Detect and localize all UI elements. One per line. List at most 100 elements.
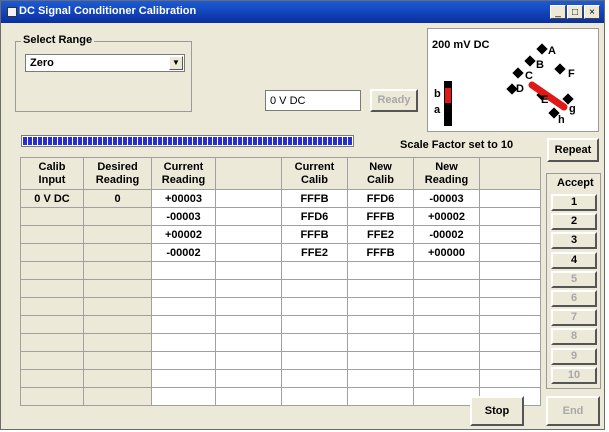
accept-button-6[interactable]: 6 — [551, 290, 597, 307]
table-cell[interactable] — [215, 189, 282, 208]
table-cell[interactable] — [479, 369, 541, 388]
table-cell[interactable] — [20, 279, 84, 298]
table-cell[interactable] — [479, 189, 541, 208]
chevron-down-icon[interactable]: ▼ — [169, 56, 183, 70]
table-cell[interactable] — [413, 297, 480, 316]
table-cell[interactable] — [151, 369, 216, 388]
table-cell[interactable]: 0 V DC — [20, 189, 84, 208]
table-cell[interactable] — [347, 315, 414, 334]
table-cell[interactable] — [83, 207, 152, 226]
table-cell[interactable]: FFFB — [281, 225, 348, 244]
table-cell[interactable] — [281, 369, 348, 388]
table-cell[interactable] — [215, 207, 282, 226]
table-cell[interactable]: FFFB — [347, 243, 414, 262]
accept-button-7[interactable]: 7 — [551, 309, 597, 327]
table-cell[interactable]: FFE2 — [281, 243, 348, 262]
table-cell[interactable] — [347, 333, 414, 352]
table-cell[interactable] — [281, 351, 348, 370]
table-cell[interactable]: FFD6 — [281, 207, 348, 226]
close-button[interactable]: × — [584, 5, 600, 19]
table-cell[interactable] — [347, 351, 414, 370]
table-cell[interactable] — [215, 369, 282, 388]
table-cell[interactable] — [413, 333, 480, 352]
accept-button-2[interactable]: 2 — [551, 213, 597, 231]
accept-button-5[interactable]: 5 — [551, 270, 597, 288]
table-cell[interactable]: +00000 — [413, 243, 480, 262]
calib-input-field[interactable]: 0 V DC — [265, 90, 361, 111]
table-cell[interactable] — [347, 387, 414, 406]
table-cell[interactable] — [281, 261, 348, 280]
table-cell[interactable] — [347, 369, 414, 388]
end-button[interactable]: End — [546, 396, 600, 426]
table-cell[interactable] — [281, 315, 348, 334]
table-cell[interactable] — [83, 243, 152, 262]
table-cell[interactable] — [151, 315, 216, 334]
table-cell[interactable] — [83, 387, 152, 406]
app-icon[interactable] — [7, 7, 17, 17]
table-cell[interactable] — [215, 387, 282, 406]
accept-button-8[interactable]: 8 — [551, 328, 597, 346]
table-cell[interactable] — [281, 387, 348, 406]
table-cell[interactable] — [347, 279, 414, 298]
table-cell[interactable] — [215, 225, 282, 244]
table-cell[interactable] — [479, 279, 541, 298]
table-cell[interactable] — [281, 297, 348, 316]
accept-button-10[interactable]: 10 — [551, 366, 597, 384]
table-cell[interactable]: FFE2 — [347, 225, 414, 244]
table-cell[interactable]: FFFB — [347, 207, 414, 226]
table-cell[interactable] — [215, 279, 282, 298]
table-cell[interactable] — [215, 315, 282, 334]
table-cell[interactable] — [215, 333, 282, 352]
table-cell[interactable] — [151, 351, 216, 370]
table-cell[interactable] — [83, 279, 152, 298]
table-cell[interactable] — [151, 279, 216, 298]
table-cell[interactable] — [20, 243, 84, 262]
table-cell[interactable] — [20, 315, 84, 334]
table-cell[interactable] — [281, 333, 348, 352]
table-cell[interactable] — [479, 225, 541, 244]
table-cell[interactable] — [20, 369, 84, 388]
accept-button-9[interactable]: 9 — [551, 347, 597, 365]
table-cell[interactable]: +00002 — [413, 207, 480, 226]
table-cell[interactable]: +00003 — [151, 189, 216, 208]
table-cell[interactable] — [20, 333, 84, 352]
table-cell[interactable] — [479, 315, 541, 334]
table-cell[interactable] — [413, 351, 480, 370]
minimize-button[interactable]: _ — [550, 5, 566, 19]
table-cell[interactable]: FFFB — [281, 189, 348, 208]
table-cell[interactable] — [83, 225, 152, 244]
table-cell[interactable] — [479, 297, 541, 316]
table-cell[interactable] — [347, 261, 414, 280]
table-cell[interactable] — [479, 261, 541, 280]
table-cell[interactable] — [479, 243, 541, 262]
accept-button-4[interactable]: 4 — [551, 251, 597, 269]
table-cell[interactable] — [479, 207, 541, 226]
table-cell[interactable]: +00002 — [151, 225, 216, 244]
table-cell[interactable] — [83, 369, 152, 388]
table-cell[interactable] — [83, 297, 152, 316]
table-cell[interactable] — [20, 387, 84, 406]
table-cell[interactable] — [20, 297, 84, 316]
accept-button-3[interactable]: 3 — [551, 232, 597, 250]
table-cell[interactable] — [20, 351, 84, 370]
table-cell[interactable] — [83, 261, 152, 280]
ready-button[interactable]: Ready — [370, 89, 418, 112]
table-cell[interactable]: 0 — [83, 189, 152, 208]
table-cell[interactable] — [215, 297, 282, 316]
table-cell[interactable] — [281, 279, 348, 298]
maximize-button[interactable]: □ — [567, 5, 583, 19]
table-cell[interactable] — [83, 351, 152, 370]
table-cell[interactable] — [413, 261, 480, 280]
table-cell[interactable] — [151, 333, 216, 352]
range-dropdown[interactable]: Zero ▼ — [25, 54, 185, 72]
table-cell[interactable] — [347, 297, 414, 316]
table-cell[interactable] — [413, 369, 480, 388]
title-bar[interactable]: DC Signal Conditioner Calibration _ □ × — [1, 1, 604, 23]
table-cell[interactable] — [20, 225, 84, 244]
table-cell[interactable] — [215, 261, 282, 280]
stop-button[interactable]: Stop — [470, 396, 524, 426]
table-cell[interactable] — [151, 261, 216, 280]
table-cell[interactable] — [20, 207, 84, 226]
table-cell[interactable] — [479, 333, 541, 352]
table-cell[interactable] — [413, 315, 480, 334]
